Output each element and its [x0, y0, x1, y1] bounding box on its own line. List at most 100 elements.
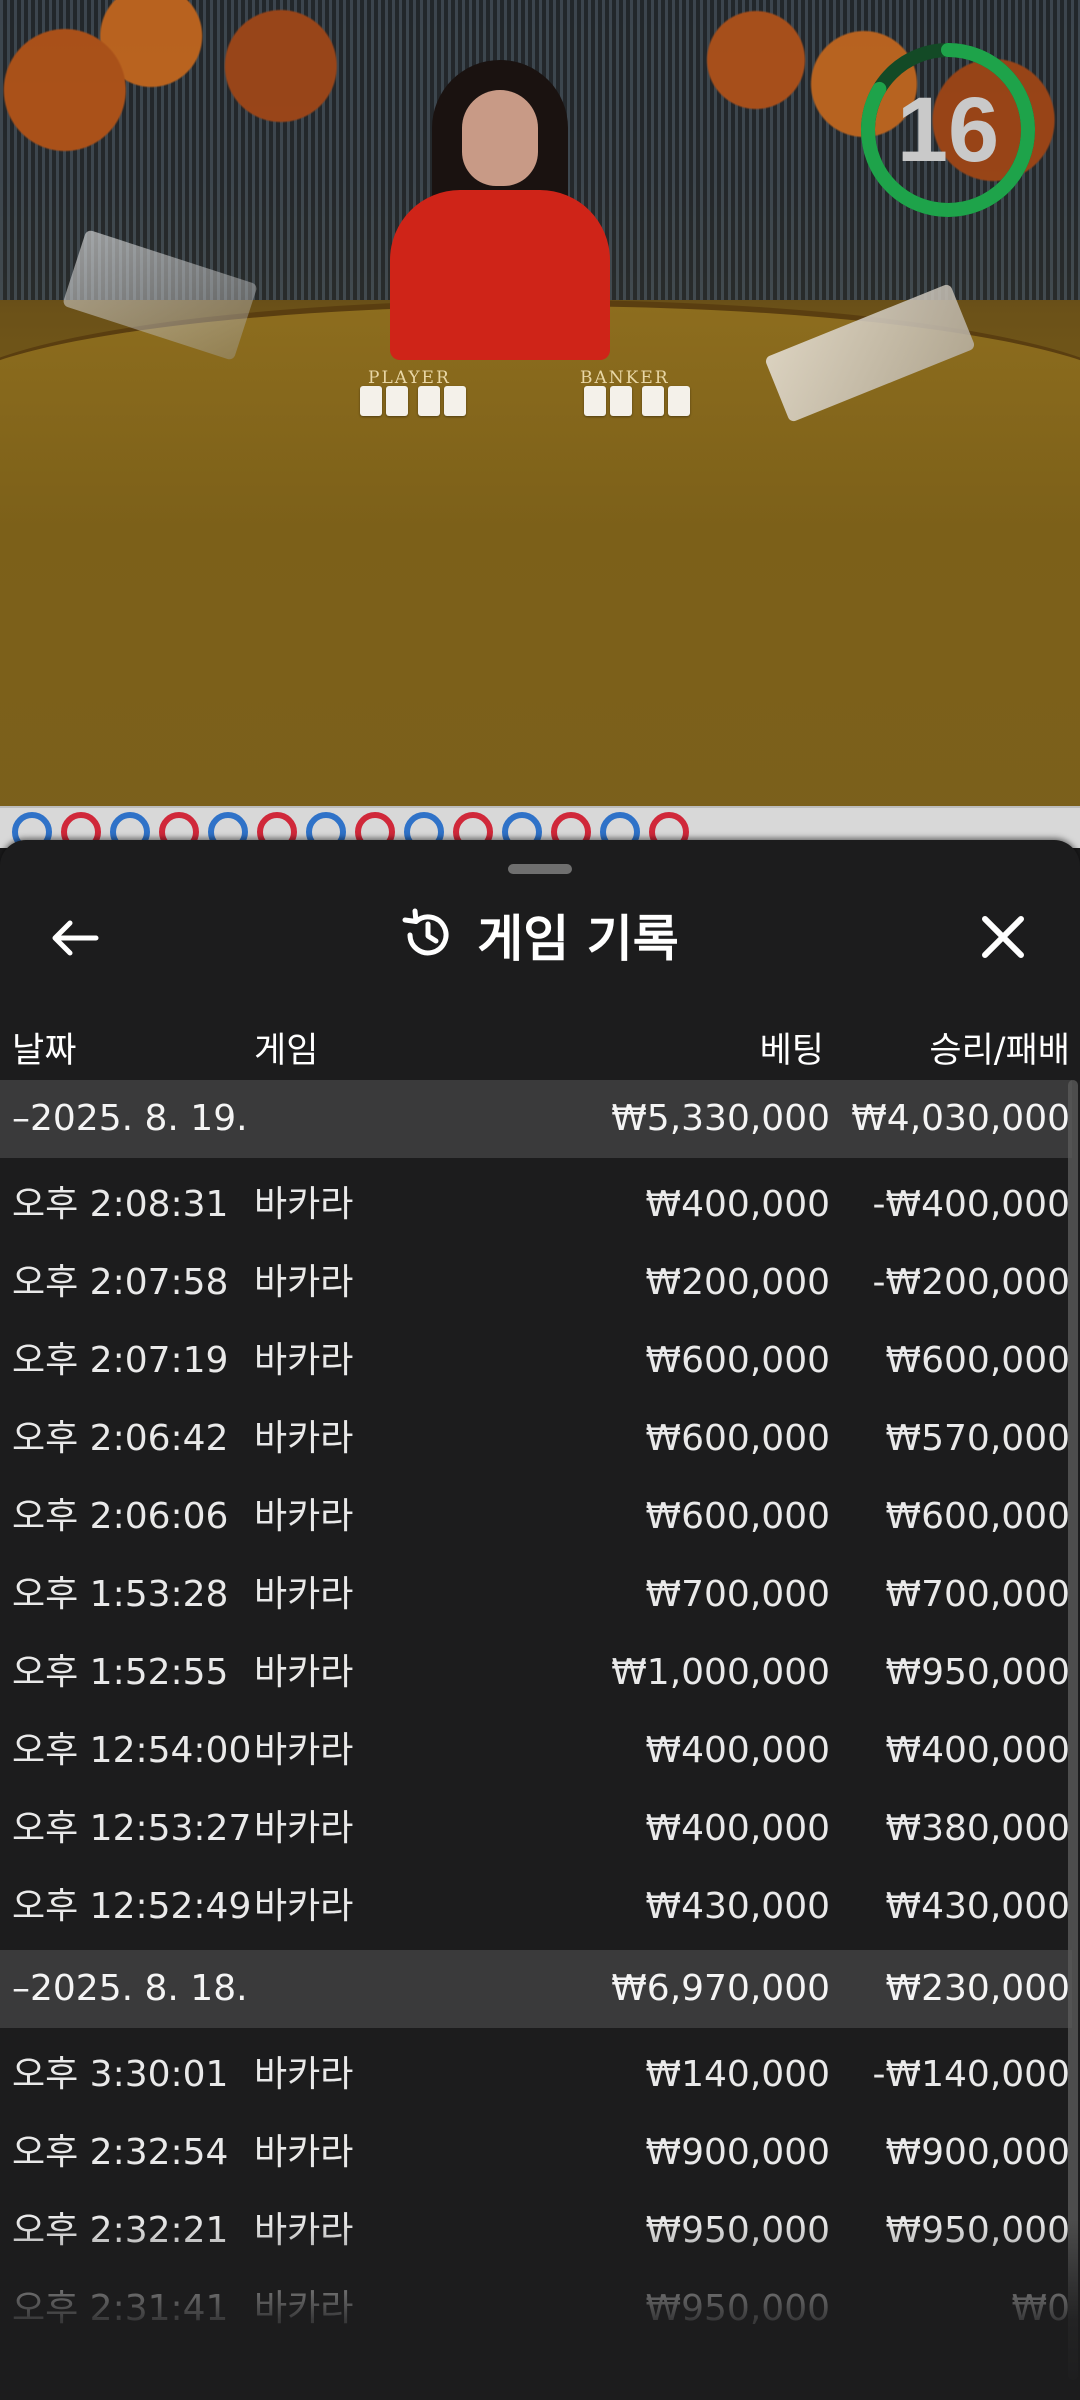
timer-value: 16 — [896, 78, 1000, 181]
row-game: 바카라 — [254, 1496, 354, 1537]
row-bet: ₩400,000 — [645, 1184, 830, 1225]
scrollbar[interactable] — [1068, 1080, 1078, 2380]
column-header-bet: 베팅 — [759, 1031, 824, 1071]
player-label: PLAYER — [368, 368, 451, 388]
row-bet: ₩700,000 — [645, 1574, 830, 1615]
drag-handle[interactable] — [508, 864, 572, 874]
row-bet: ₩600,000 — [645, 1418, 830, 1459]
row-time: 오후 2:32:21 — [12, 2210, 229, 2251]
table-row[interactable]: 오후 2:32:54 바카라 ₩900,000 ₩900,000 — [0, 2114, 1080, 2192]
table-row[interactable]: 오후 2:31:41 바카라 ₩950,000 ₩0 — [0, 2270, 1080, 2348]
game-history-sheet: 게임 기록 날짜 게임 베팅 승리/패배 –2025. 8. 19. ₩5,330… — [0, 840, 1080, 2400]
banker-card — [610, 386, 632, 416]
close-button[interactable] — [968, 904, 1038, 970]
row-bet: ₩600,000 — [645, 1496, 830, 1537]
group-winloss-total: ₩230,000 — [885, 1968, 1070, 2009]
row-bet: ₩400,000 — [645, 1730, 830, 1771]
row-winloss: ₩950,000 — [885, 1652, 1070, 1693]
row-winloss: ₩0 — [1011, 2288, 1071, 2329]
row-game: 바카라 — [254, 1418, 354, 1459]
row-winloss: ₩700,000 — [885, 1574, 1070, 1615]
table-row[interactable]: 오후 12:52:49 바카라 ₩430,000 ₩430,000 — [0, 1868, 1080, 1946]
row-game: 바카라 — [254, 2054, 354, 2095]
row-game: 바카라 — [254, 2288, 354, 2329]
row-time: 오후 2:07:58 — [12, 1262, 229, 1303]
row-bet: ₩140,000 — [645, 2054, 830, 2095]
row-time: 오후 2:31:41 — [12, 2288, 229, 2329]
row-bet: ₩900,000 — [645, 2132, 830, 2173]
table-row[interactable]: 오후 2:32:21 바카라 ₩950,000 ₩950,000 — [0, 2192, 1080, 2270]
close-icon — [982, 916, 1024, 958]
row-time: 오후 2:08:31 — [12, 1184, 229, 1225]
dealer-face — [462, 90, 538, 186]
table-row[interactable]: 오후 1:53:28 바카라 ₩700,000 ₩700,000 — [0, 1556, 1080, 1634]
row-game: 바카라 — [254, 1886, 354, 1927]
row-game: 바카라 — [254, 1730, 354, 1771]
row-time: 오후 1:53:28 — [12, 1574, 229, 1615]
banker-card — [668, 386, 690, 416]
player-card — [444, 386, 466, 416]
table-row[interactable]: 오후 2:06:06 바카라 ₩600,000 ₩600,000 — [0, 1478, 1080, 1556]
row-bet: ₩430,000 — [645, 1886, 830, 1927]
dealer — [370, 60, 630, 360]
baccarat-table — [0, 300, 1080, 810]
table-row[interactable]: 오후 12:54:00 바카라 ₩400,000 ₩400,000 — [0, 1712, 1080, 1790]
banker-card — [642, 386, 664, 416]
player-card — [386, 386, 408, 416]
row-winloss: ₩400,000 — [885, 1730, 1070, 1771]
row-bet: ₩950,000 — [645, 2210, 830, 2251]
group-bet-total: ₩5,330,000 — [611, 1098, 830, 1139]
row-bet: ₩200,000 — [645, 1262, 830, 1303]
banker-card — [584, 386, 606, 416]
row-time: 오후 2:06:06 — [12, 1496, 229, 1537]
dealer-body — [390, 190, 610, 360]
back-button[interactable] — [40, 908, 110, 968]
row-winloss: -₩400,000 — [872, 1184, 1070, 1225]
banker-label: BANKER — [580, 368, 670, 388]
row-game: 바카라 — [254, 1808, 354, 1849]
row-time: 오후 3:30:01 — [12, 2054, 229, 2095]
row-winloss: ₩600,000 — [885, 1340, 1070, 1381]
row-bet: ₩400,000 — [645, 1808, 830, 1849]
sheet-header: 게임 기록 — [0, 880, 1080, 990]
row-time: 오후 12:54:00 — [12, 1730, 252, 1771]
table-row[interactable]: 오후 2:07:19 바카라 ₩600,000 ₩600,000 — [0, 1322, 1080, 1400]
row-winloss: ₩430,000 — [885, 1886, 1070, 1927]
column-header-date: 날짜 — [12, 1031, 77, 1071]
row-game: 바카라 — [254, 1652, 354, 1693]
row-bet: ₩1,000,000 — [611, 1652, 830, 1693]
row-winloss: ₩570,000 — [885, 1418, 1070, 1459]
row-game: 바카라 — [254, 1184, 354, 1225]
table-row[interactable]: 오후 2:06:42 바카라 ₩600,000 ₩570,000 — [0, 1400, 1080, 1478]
arrow-left-icon — [52, 920, 99, 956]
row-time: 오후 2:32:54 — [12, 2132, 229, 2173]
player-card — [360, 386, 382, 416]
live-video-feed: PLAYER BANKER 16 — [0, 0, 1080, 810]
row-time: 오후 2:06:42 — [12, 1418, 229, 1459]
row-time: 오후 2:07:19 — [12, 1340, 229, 1381]
history-icon — [402, 908, 449, 956]
row-winloss: -₩140,000 — [872, 2054, 1070, 2095]
row-winloss: ₩380,000 — [885, 1808, 1070, 1849]
row-game: 바카라 — [254, 2210, 354, 2251]
date-group-row[interactable]: –2025. 8. 18. ₩6,970,000 ₩230,000 — [0, 1950, 1072, 2028]
row-time: 오후 12:53:27 — [12, 1808, 252, 1849]
table-row[interactable]: 오후 2:07:58 바카라 ₩200,000 -₩200,000 — [0, 1244, 1080, 1322]
column-header-game: 게임 — [254, 1031, 319, 1071]
row-winloss: ₩950,000 — [885, 2210, 1070, 2251]
row-game: 바카라 — [254, 1574, 354, 1615]
date-group-row[interactable]: –2025. 8. 19. ₩5,330,000 ₩4,030,000 — [0, 1080, 1072, 1158]
row-game: 바카라 — [254, 2132, 354, 2173]
row-game: 바카라 — [254, 1340, 354, 1381]
row-time: 오후 1:52:55 — [12, 1652, 229, 1693]
group-winloss-total: ₩4,030,000 — [851, 1098, 1070, 1139]
table-row[interactable]: 오후 3:30:01 바카라 ₩140,000 -₩140,000 — [0, 2036, 1080, 2114]
group-bet-total: ₩6,970,000 — [611, 1968, 830, 2009]
player-card — [418, 386, 440, 416]
table-row[interactable]: 오후 1:52:55 바카라 ₩1,000,000 ₩950,000 — [0, 1634, 1080, 1712]
row-game: 바카라 — [254, 1262, 354, 1303]
table-row[interactable]: 오후 2:08:31 바카라 ₩400,000 -₩400,000 — [0, 1166, 1080, 1244]
row-bet: ₩600,000 — [645, 1340, 830, 1381]
table-row[interactable]: 오후 12:53:27 바카라 ₩400,000 ₩380,000 — [0, 1790, 1080, 1868]
group-date: –2025. 8. 19. — [12, 1098, 248, 1139]
